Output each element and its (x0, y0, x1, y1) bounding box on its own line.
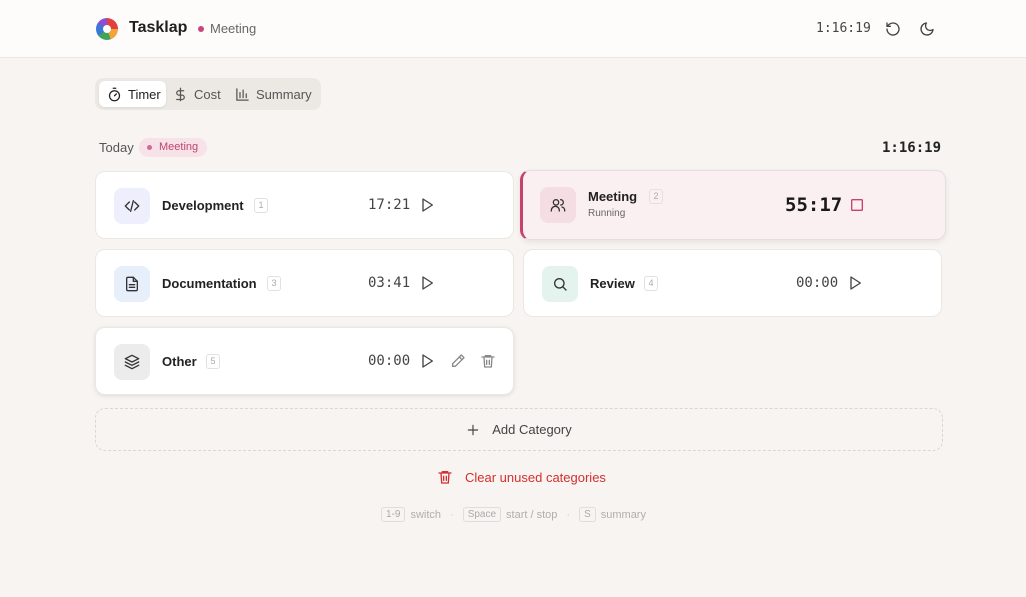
dollar-icon (176, 87, 185, 101)
category-icon-box (114, 344, 150, 380)
active-category-badge: Meeting (139, 138, 208, 157)
category-time: 00:00 (796, 275, 839, 291)
day-total-time: 1:16:19 (882, 140, 942, 156)
tab-summary[interactable]: Summary (235, 81, 319, 107)
shortcut-key: 4 (644, 276, 658, 291)
tab-label: Timer (128, 86, 161, 102)
reset-button[interactable] (883, 19, 903, 39)
category-icon-box (114, 266, 150, 302)
category-time: 00:00 (368, 353, 411, 369)
view-tabs: Timer Cost Summary (95, 78, 321, 110)
category-icon-box (540, 187, 576, 223)
trash-icon (438, 471, 452, 484)
category-time: 17:21 (368, 197, 411, 213)
tab-cost[interactable]: Cost (173, 81, 233, 107)
logo-icon (96, 18, 118, 40)
tab-label: Cost (194, 86, 221, 102)
shortcut-key: S (579, 507, 596, 522)
theme-toggle-button[interactable] (917, 19, 937, 39)
category-card-meeting[interactable]: Meeting 2 Running 55:17 (520, 170, 946, 240)
tab-timer[interactable]: Timer (99, 81, 166, 107)
running-status: Running (588, 208, 626, 219)
clear-unused-button[interactable]: Clear unused categories (437, 469, 606, 485)
edit-icon[interactable] (450, 353, 466, 369)
separator: · (566, 508, 571, 521)
play-icon[interactable] (847, 275, 863, 291)
category-name: Development (162, 198, 244, 213)
app-name: Tasklap (129, 19, 188, 36)
moon-icon (920, 22, 934, 36)
category-card-development[interactable]: Development 1 17:21 (95, 171, 514, 239)
category-name: Other (162, 354, 197, 369)
category-icon-box (114, 188, 150, 224)
category-name: Review (590, 276, 635, 291)
category-name: Documentation (162, 276, 257, 291)
category-time: 03:41 (368, 275, 411, 291)
header-elapsed-time: 1:16:19 (816, 21, 871, 36)
shortcut-hints: 1-9 switch · Space start / stop · S summ… (381, 507, 646, 522)
bar-chart-icon (236, 87, 249, 101)
users-icon (550, 199, 566, 212)
shortcut-key: 2 (649, 189, 663, 204)
layers-icon (124, 354, 140, 370)
app-header: Tasklap Meeting 1:16:19 (0, 0, 1026, 58)
stop-icon[interactable] (849, 197, 865, 213)
clear-unused-label: Clear unused categories (465, 469, 606, 485)
tab-label: Summary (256, 86, 312, 102)
play-icon[interactable] (419, 197, 435, 213)
separator: · (450, 508, 454, 521)
category-card-other[interactable]: Other 5 00:00 (95, 327, 514, 395)
add-category-button[interactable]: Add Category (95, 408, 943, 451)
add-category-label: Add Category (492, 422, 572, 437)
plus-icon (468, 424, 479, 435)
shortcut-key: 5 (206, 354, 220, 369)
reset-icon (886, 22, 900, 36)
status-dot (198, 26, 204, 32)
shortcut-key: Space (462, 507, 502, 522)
stopwatch-icon (108, 87, 121, 101)
day-label: Today (99, 140, 134, 155)
category-card-documentation[interactable]: Documentation 3 03:41 (95, 249, 514, 317)
shortcut-desc: switch (410, 508, 442, 521)
shortcut-desc: summary (600, 508, 646, 521)
trash-icon[interactable] (480, 353, 496, 369)
current-category-label: Meeting (210, 21, 257, 36)
category-card-review[interactable]: Review 4 00:00 (523, 249, 942, 317)
category-time: 55:17 (785, 194, 843, 216)
category-name: Meeting (588, 189, 638, 204)
shortcut-desc: start / stop (506, 508, 558, 521)
code-icon (124, 200, 140, 212)
shortcut-key: 3 (267, 276, 281, 291)
document-icon (126, 276, 138, 292)
shortcut-key: 1 (254, 198, 268, 213)
category-icon-box (542, 266, 578, 302)
play-icon[interactable] (419, 353, 435, 369)
shortcut-key: 1-9 (381, 507, 406, 522)
search-icon (554, 278, 567, 291)
play-icon[interactable] (419, 275, 435, 291)
